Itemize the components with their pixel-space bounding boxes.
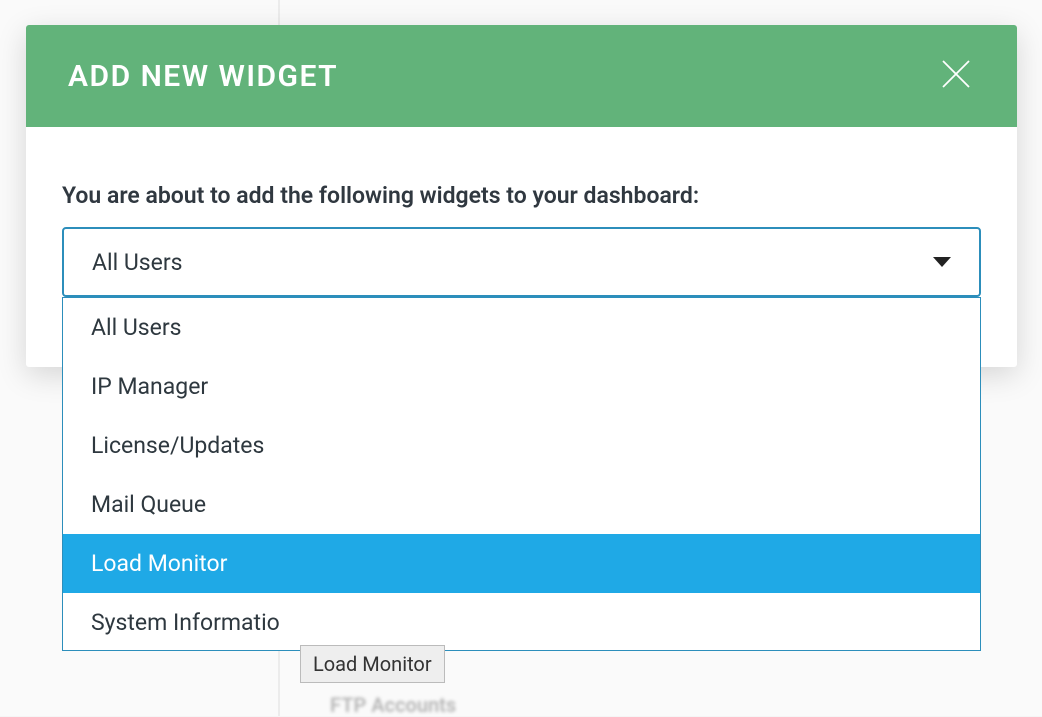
widget-dropdown: All Users IP Manager License/Updates Mai… <box>62 297 981 651</box>
dropdown-option-license-updates[interactable]: License/Updates <box>63 416 980 475</box>
dropdown-option-load-monitor[interactable]: Load Monitor <box>63 534 980 593</box>
add-widget-modal: ADD NEW WIDGET You are about to add the … <box>26 25 1017 367</box>
select-value: All Users <box>92 249 933 276</box>
modal-title: ADD NEW WIDGET <box>68 59 338 94</box>
modal-body: You are about to add the following widge… <box>26 127 1017 367</box>
dropdown-option-mail-queue[interactable]: Mail Queue <box>63 475 980 534</box>
dropdown-option-system-information[interactable]: System Informatio <box>63 593 980 650</box>
hover-tooltip: Load Monitor <box>300 645 445 683</box>
chevron-down-icon <box>933 257 951 267</box>
close-button[interactable] <box>937 55 975 97</box>
close-icon <box>941 59 971 89</box>
dropdown-option-all-users[interactable]: All Users <box>63 298 980 357</box>
background-blurred-text: FTP Accounts <box>330 693 456 717</box>
widget-select[interactable]: All Users All Users IP Manager License/U… <box>62 227 981 297</box>
prompt-text: You are about to add the following widge… <box>62 182 981 209</box>
dropdown-option-ip-manager[interactable]: IP Manager <box>63 357 980 416</box>
modal-header: ADD NEW WIDGET <box>26 25 1017 127</box>
